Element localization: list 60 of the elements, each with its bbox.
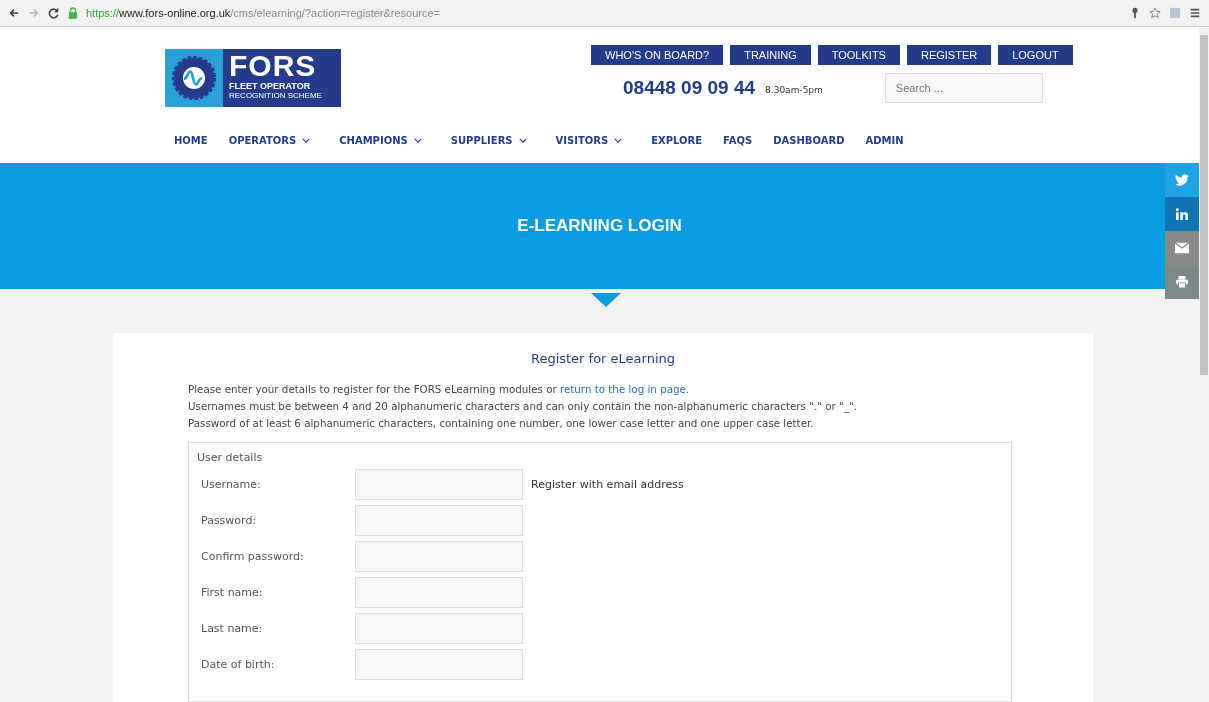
envelope-icon	[1175, 242, 1189, 254]
intro-text: Please enter your details to register for the FORS eLearning modules or return to the log in page.	[188, 382, 691, 396]
fors-logo[interactable]: FORS FLEET OPERATOR RECOGNITION SCHEME	[165, 49, 341, 107]
extension-icon[interactable]	[1169, 7, 1181, 19]
field-label: Date of birth:	[200, 657, 276, 671]
fieldset-legend: User details	[197, 451, 1003, 464]
section-heading: Register for eLearning	[529, 351, 677, 366]
nav-link[interactable]: OPERATORS	[228, 132, 319, 148]
header-button[interactable]: WHO'S ON BOARD?	[591, 45, 724, 65]
input-field[interactable]	[355, 648, 523, 680]
bird-icon	[1175, 174, 1189, 186]
forward-icon[interactable]	[28, 7, 40, 19]
nav-link[interactable]: VISITORS	[555, 132, 631, 148]
field-label: Confirm password:	[200, 549, 305, 563]
key-icon[interactable]	[1129, 7, 1141, 19]
star-icon[interactable]	[1149, 7, 1161, 19]
field-label: Password:	[200, 513, 258, 527]
page-title: E-LEARNING LOGIN	[517, 216, 682, 236]
input-field[interactable]	[355, 612, 523, 644]
chevron-down-icon	[413, 137, 422, 143]
chevron-down-icon	[302, 137, 311, 143]
twitter-share-button[interactable]	[1165, 163, 1199, 197]
nav-link[interactable]: DASHBOARD	[773, 132, 845, 148]
opening-hours: 8.30am-5pm	[765, 85, 823, 95]
linkedin-icon	[1175, 208, 1189, 220]
header-button[interactable]: REGISTER	[906, 45, 992, 65]
search-field[interactable]: Search ...	[884, 73, 1043, 103]
input-field[interactable]	[355, 504, 523, 536]
input-field[interactable]	[355, 468, 523, 500]
email-share-button[interactable]	[1165, 231, 1199, 265]
back-icon[interactable]	[8, 7, 20, 19]
lock-icon	[68, 7, 78, 19]
nav-link[interactable]: ADMIN	[865, 132, 904, 148]
nav-link[interactable]: FAQS	[723, 132, 753, 148]
reload-icon[interactable]	[48, 7, 60, 19]
address-bar[interactable]: https://www.fors-online.org.uk/cms/elearning/?action=register&resource=	[86, 7, 441, 19]
header-button[interactable]: LOGOUT	[998, 45, 1073, 65]
field-label: Username:	[200, 477, 262, 491]
nav-link[interactable]: CHAMPIONS	[339, 132, 430, 148]
field-label: Last name:	[200, 621, 264, 635]
chevron-down-icon	[614, 137, 623, 143]
print-share-button[interactable]	[1165, 265, 1199, 299]
input-field[interactable]	[355, 540, 523, 572]
scrollbar[interactable]	[1199, 27, 1209, 702]
login-link[interactable]: return to the log in page.	[559, 383, 690, 395]
nav-link[interactable]: EXPLORE	[651, 132, 703, 148]
rule-text: Usernames must be between 4 and 20 alphanumeric characters and can only contain the non-alphanumeric characters "." or "_".	[188, 399, 858, 413]
header-button[interactable]: TOOLKITS	[817, 45, 900, 65]
printer-icon	[1175, 276, 1189, 288]
nav-link[interactable]: HOME	[174, 132, 208, 148]
field-note: Register with email address	[531, 477, 684, 491]
chevron-down-icon	[518, 137, 527, 143]
input-field[interactable]	[355, 576, 523, 608]
nav-link[interactable]: SUPPLIERS	[450, 132, 535, 148]
header-button[interactable]: TRAINING	[730, 45, 811, 65]
menu-icon[interactable]	[1189, 7, 1201, 19]
linkedin-share-button[interactable]	[1165, 197, 1199, 231]
field-label: First name:	[200, 585, 264, 599]
phone-number: 08448 09 09 44	[623, 77, 756, 99]
rule-text: Password of at least 6 alphanumeric characters, containing one number, one lower case letter and one upper case letter.	[188, 416, 815, 430]
